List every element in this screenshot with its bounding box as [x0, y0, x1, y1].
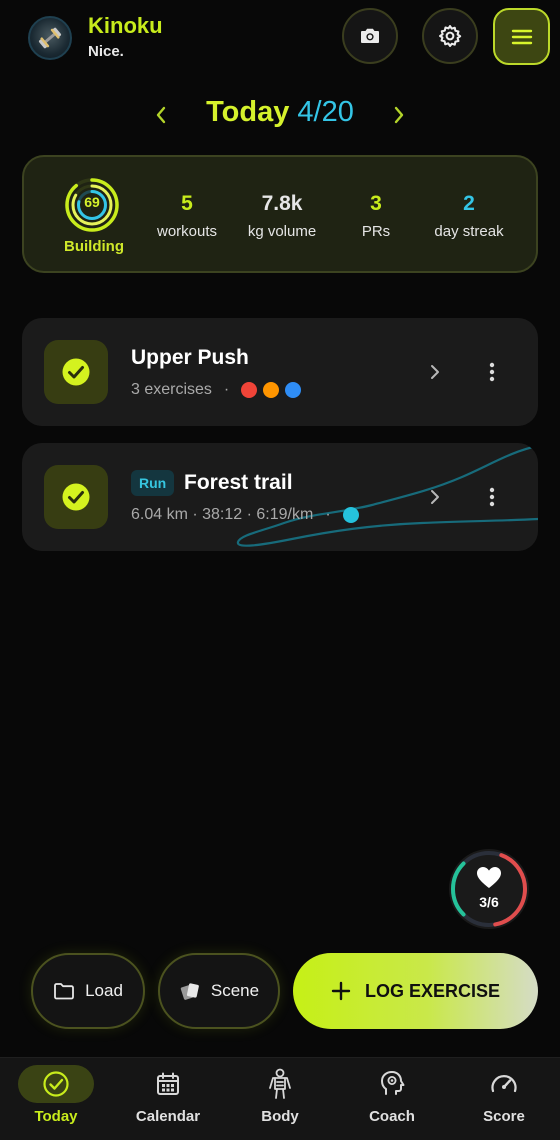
plus-icon [331, 981, 351, 1001]
dumbbell-icon [38, 27, 62, 49]
app-name: Kinoku [88, 13, 163, 38]
gear-icon [439, 25, 462, 47]
completed-checkbox[interactable] [44, 465, 108, 529]
hamburger-icon [511, 29, 532, 44]
chevron-right-icon [431, 365, 439, 379]
completed-checkbox[interactable] [44, 340, 108, 404]
log-exercise-button[interactable]: LOG EXERCISE [293, 953, 538, 1029]
workout-card-upper-push[interactable]: Upper Push 3 exercises · [22, 318, 538, 426]
body-icon [269, 1068, 291, 1099]
scene-cards-icon [180, 983, 199, 1000]
heart-progress-value: 3/6 [479, 894, 499, 910]
scene-button[interactable]: Scene [158, 953, 280, 1029]
score-value: 69 [84, 194, 100, 210]
tab-calendar[interactable]: Calendar [112, 1058, 224, 1140]
activity-dot [342, 507, 359, 523]
run-stats: 6.04 km · 38:12 · 6:19/km [131, 506, 314, 523]
chevron-right-icon [394, 106, 404, 124]
current-date: 4/20 [297, 96, 354, 128]
tab-label: Body [261, 1108, 299, 1125]
open-workout-button[interactable] [425, 358, 445, 386]
tab-label: Today [34, 1108, 78, 1125]
workout-meta: 3 exercises · [131, 381, 307, 399]
more-vertical-icon [489, 362, 495, 382]
tab-body[interactable]: Body [224, 1058, 336, 1140]
check-circle-icon [62, 358, 90, 386]
stat-label: workouts [156, 223, 218, 240]
today-label: Today [206, 96, 290, 128]
chevron-right-icon [431, 490, 439, 504]
stat-volume: 7.8k kg volume [237, 192, 327, 240]
head-gear-icon [381, 1071, 405, 1095]
stat-prs: 3 PRs [331, 192, 421, 240]
stat-value: 2 [463, 192, 475, 215]
stat-value: 7.8k [261, 192, 303, 215]
open-workout-button[interactable] [425, 483, 445, 511]
stat-label: day streak [434, 223, 504, 240]
muscle-group-dot [241, 382, 258, 398]
meta-separator: · [223, 381, 230, 398]
muscle-group-dot [285, 382, 302, 398]
heart-progress-widget[interactable]: 3/6 [449, 849, 529, 929]
next-day-button[interactable] [384, 98, 414, 132]
check-circle-icon [62, 483, 90, 511]
tab-today[interactable]: Today [0, 1058, 112, 1140]
muscle-group-dot [263, 382, 280, 398]
activity-type-badge: Run [131, 470, 175, 496]
load-label: Load [85, 981, 123, 1000]
subtitle: Nice. [88, 43, 124, 60]
avatar[interactable] [28, 16, 72, 60]
heart-icon [477, 867, 501, 888]
more-options-button[interactable] [480, 356, 504, 388]
stat-value: 5 [181, 192, 193, 215]
folder-icon [54, 983, 74, 1000]
gauge-icon [491, 1075, 517, 1093]
workout-meta: 6.04 km · 38:12 · 6:19/km · [131, 506, 365, 524]
menu-button[interactable] [493, 8, 550, 65]
tab-score[interactable]: Score [448, 1058, 560, 1140]
calendar-icon [157, 1072, 179, 1095]
more-vertical-icon [489, 487, 495, 507]
more-options-button[interactable] [480, 481, 504, 513]
check-circle-icon [43, 1071, 69, 1097]
stat-label: kg volume [247, 223, 317, 240]
tab-coach[interactable]: Coach [336, 1058, 448, 1140]
camera-button[interactable] [342, 8, 398, 64]
bottom-tab-bar: Today Calendar Body Coach Score [0, 1057, 560, 1140]
stat-value: 3 [370, 192, 382, 215]
stat-streak: 2 day streak [422, 192, 516, 240]
settings-button[interactable] [422, 8, 478, 64]
workout-title: Upper Push [131, 346, 249, 369]
tab-label: Calendar [135, 1108, 201, 1125]
scene-label: Scene [210, 981, 260, 1000]
workout-title: Forest trail [184, 471, 293, 494]
tab-label: Score [483, 1108, 525, 1125]
load-button[interactable]: Load [31, 953, 145, 1029]
tab-label: Coach [369, 1108, 415, 1125]
stat-workouts: 5 workouts [142, 192, 232, 240]
log-exercise-label: LOG EXERCISE [364, 980, 501, 1001]
meta-separator: · [325, 506, 331, 523]
daily-summary-card[interactable]: 69 Building 5 workouts 7.8k kg volume 3 … [22, 155, 538, 273]
camera-icon [361, 28, 379, 43]
date-title: Today 4/20 [150, 96, 410, 129]
stat-label: PRs [361, 223, 391, 240]
score-label: Building [64, 238, 124, 255]
workout-card-forest-trail[interactable]: Run Forest trail 6.04 km · 38:12 · 6:19/… [22, 443, 538, 551]
exercise-count: 3 exercises [131, 381, 212, 398]
